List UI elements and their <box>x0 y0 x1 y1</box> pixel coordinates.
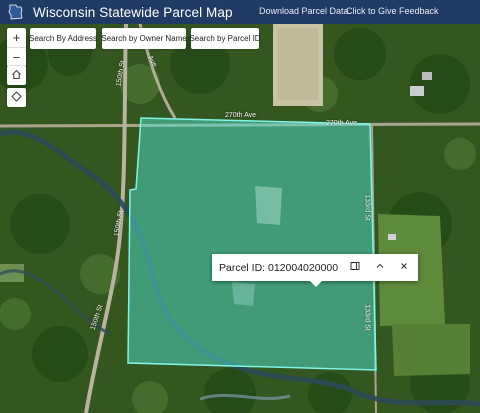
app-title: Wisconsin Statewide Parcel Map <box>33 4 233 20</box>
dock-icon <box>350 258 360 276</box>
app-header: Wisconsin Statewide Parcel Map Download … <box>0 0 480 24</box>
parcel-popup: Parcel ID: 012004020000 <box>212 254 418 287</box>
satellite-imagery <box>0 24 480 413</box>
home-button[interactable] <box>7 66 26 85</box>
collapse-popup-button[interactable] <box>373 260 387 274</box>
search-by-owner-name-button[interactable]: Search by Owner Name <box>101 28 187 49</box>
locate-icon <box>11 89 22 107</box>
popup-title: Parcel ID: 012004020000 <box>219 261 339 274</box>
chevron-up-icon <box>375 258 385 276</box>
road-label-133rd-st-north: 133rd St <box>363 194 371 221</box>
map-view[interactable]: 270th Ave 270th Ave 150th St 150th St 15… <box>0 24 480 413</box>
close-icon <box>399 258 409 276</box>
search-by-parcel-id-button[interactable]: Search by Parcel ID <box>189 28 261 49</box>
zoom-in-button[interactable]: + <box>7 28 26 47</box>
home-icon <box>11 67 22 85</box>
zoom-control: + − <box>7 28 26 67</box>
locate-button[interactable] <box>7 88 26 107</box>
close-popup-button[interactable] <box>397 260 411 274</box>
road-label-270th-ave-west: 270th Ave <box>225 112 257 119</box>
wisconsin-map-logo-icon <box>7 3 25 21</box>
zoom-out-button[interactable]: − <box>7 47 26 67</box>
download-parcel-data-link[interactable]: Download Parcel Data <box>259 6 349 16</box>
road-label-270th-ave-east: 270th Ave <box>326 120 358 127</box>
selected-parcel-polygon[interactable] <box>127 117 377 371</box>
give-feedback-link[interactable]: Click to Give Feedback <box>346 6 439 16</box>
dock-popup-button[interactable] <box>348 260 362 274</box>
search-by-address-button[interactable]: Search By Address <box>29 28 97 49</box>
road-label-133rd-st-south: 133rd St <box>363 304 371 331</box>
